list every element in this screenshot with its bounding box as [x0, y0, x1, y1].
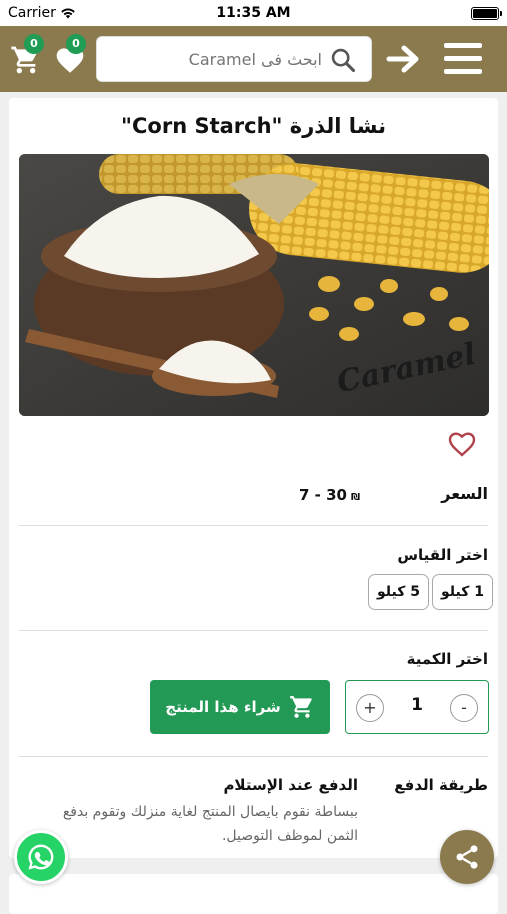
quantity-value: 1 — [411, 695, 423, 715]
share-button[interactable] — [440, 830, 494, 884]
divider — [19, 525, 488, 526]
cart-icon — [289, 696, 312, 718]
product-card: نشا الذرة "Corn Starch" Caramel السعر 7 … — [9, 98, 498, 858]
price-label: السعر — [441, 484, 488, 503]
search-input[interactable] — [107, 37, 322, 81]
decrease-quantity-button[interactable]: - — [450, 694, 478, 722]
size-option-5kg[interactable]: 5 كيلو — [368, 574, 429, 610]
cart-badge: 0 — [24, 34, 44, 54]
heart-outline-icon — [448, 432, 476, 457]
size-label: اختر القياس — [397, 546, 488, 564]
clock: 11:35 AM — [216, 5, 291, 21]
buy-product-button[interactable]: شراء هذا المنتج — [150, 680, 330, 734]
divider — [19, 756, 488, 757]
price-value: 7 - 30 ₪ — [299, 486, 360, 504]
size-option-1kg[interactable]: 1 كيلو — [432, 574, 493, 610]
arrow-right-icon — [386, 45, 419, 73]
next-section-card — [9, 874, 498, 914]
increase-quantity-button[interactable]: + — [356, 694, 384, 722]
quantity-label: اختر الكمية — [406, 650, 488, 668]
battery-icon — [471, 7, 502, 20]
hamburger-menu-icon — [444, 43, 482, 74]
quantity-stepper: + 1 - — [345, 680, 489, 734]
price-range: 7 - 30 — [299, 486, 347, 504]
product-image: Caramel — [19, 154, 489, 416]
add-to-favorites-button[interactable] — [446, 428, 478, 462]
currency-symbol: ₪ — [350, 492, 361, 503]
top-bar: 0 0 — [0, 26, 507, 92]
product-title: نشا الذرة "Corn Starch" — [121, 114, 386, 138]
search-icon[interactable] — [329, 46, 357, 74]
payment-method-title: الدفع عند الإستلام — [223, 776, 358, 794]
favorites-badge: 0 — [66, 34, 86, 54]
buy-button-label: شراء هذا المنتج — [165, 698, 281, 716]
whatsapp-button[interactable] — [14, 830, 68, 884]
payment-method-description: ببساطة نقوم بايصال المنتج لغاية منزلك وت… — [62, 804, 358, 844]
menu-button[interactable] — [442, 40, 484, 82]
cart-button[interactable]: 0 — [10, 34, 44, 80]
back-button[interactable] — [386, 43, 422, 79]
search-bar[interactable] — [96, 36, 372, 82]
payment-method-label: طريقة الدفع — [394, 776, 488, 794]
share-icon — [456, 845, 478, 869]
whatsapp-icon — [28, 844, 54, 870]
favorites-button[interactable]: 0 — [54, 34, 86, 78]
status-bar: Carrier 11:35 AM — [0, 0, 507, 26]
divider — [19, 630, 488, 631]
